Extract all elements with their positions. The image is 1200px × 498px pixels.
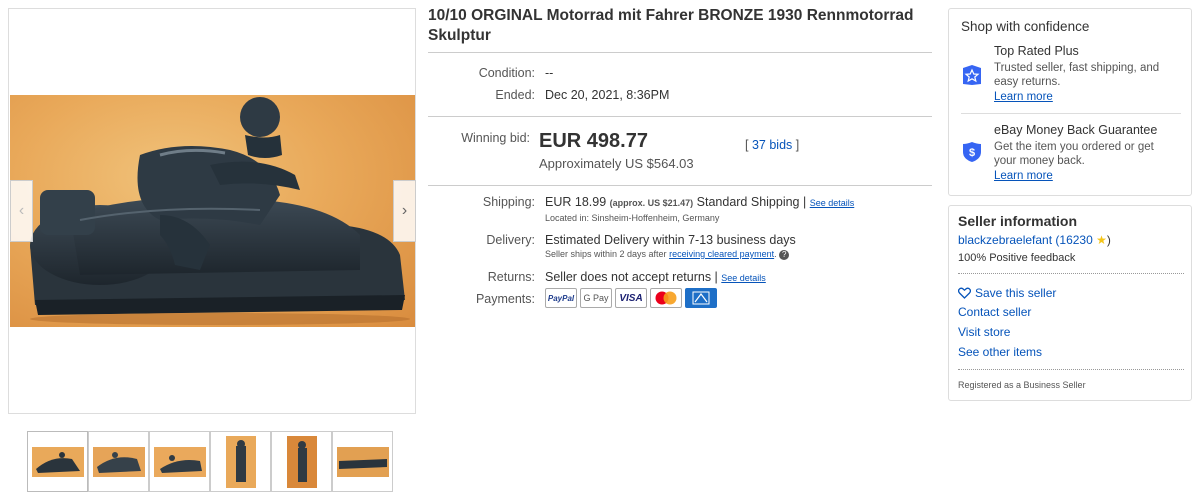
thumbnail-2[interactable] [88,431,149,492]
winning-bid-price: EUR 498.77 [539,130,648,152]
listing-title: 10/10 ORGINAL Motorrad mit Fahrer BRONZE… [428,7,914,44]
money-back-text: Get the item you ordered or get your mon… [994,141,1154,167]
shipping-approx: (approx. US $21.47) [609,198,694,208]
chevron-right-icon: › [401,202,408,219]
delivery-label: Delivery: [486,233,535,247]
motorcycle-sculpture-image [30,97,410,325]
returns-info: Seller does not accept returns | See det… [545,270,766,284]
returns-label: Returns: [487,270,535,284]
thumbnail-image [225,435,256,488]
thumbnail-image [336,446,389,477]
thumbnail-6[interactable] [332,431,393,492]
bid-count: [ 37 bids ] [745,138,799,152]
thumbnail-image [31,446,84,477]
star-icon: ★ [1096,233,1107,247]
shipping-details-link[interactable]: See details [810,198,855,208]
money-back-learn-more-link[interactable]: Learn more [994,170,1053,182]
condition-value: -- [545,66,554,80]
bids-link[interactable]: 37 bids [752,138,792,152]
seller-identity: blackzebraelefant (16230 ★) [958,233,1111,247]
divider [428,116,932,117]
shipping-info: EUR 18.99 (approx. US $21.47) Standard S… [545,195,854,209]
divider [428,52,932,53]
feedback-score-link[interactable]: (16230 [1055,233,1092,247]
visa-icon: VISA [615,288,647,308]
item-location: Located in: Sinsheim-Hoffenheim, Germany [545,213,720,223]
top-rated-text: Trusted seller, fast shipping, and easy … [994,62,1160,88]
winning-bid-label: Winning bid: [461,131,530,145]
business-seller-note: Registered as a Business Seller [958,380,1086,390]
previous-image-button[interactable]: ‹ [10,180,33,242]
money-back-title: eBay Money Back Guarantee [994,123,1158,137]
paypal-icon: PayPal [545,288,577,308]
delivery-note: Seller ships within 2 days after receivi… [545,249,790,260]
condition-label: Condition: [478,66,535,80]
thumbnail-4[interactable] [210,431,271,492]
top-rated-title: Top Rated Plus [994,44,1079,58]
contact-seller-link[interactable]: Contact seller [958,305,1031,319]
approx-price: Approximately US $564.03 [539,156,694,171]
divider [958,273,1184,274]
top-rated-star-icon [963,65,981,85]
payment-methods: PayPal G Pay VISA [545,288,717,308]
seller-heading: Seller information [958,213,1078,229]
save-seller-link[interactable]: Save this seller [958,286,1056,300]
money-back-shield-icon: $ [963,142,981,162]
thumbnail-image [286,435,317,488]
thumbnail-5[interactable] [271,431,332,492]
thumbnail-3[interactable] [149,431,210,492]
image-gallery: ‹ › [8,8,416,414]
seller-information-box: Seller information blackzebraelefant (16… [948,205,1192,401]
chevron-left-icon: ‹ [18,202,25,219]
delivery-note-end: . [774,249,777,259]
returns-value: Seller does not accept returns | [545,270,718,284]
info-icon[interactable]: ? [779,249,790,260]
ended-value: Dec 20, 2021, 8:36PM [545,88,670,102]
cleared-payment-link[interactable]: receiving cleared payment [669,249,774,259]
delivery-estimate: Estimated Delivery within 7-13 business … [545,233,796,247]
seller-name-link[interactable]: blackzebraelefant [958,233,1052,247]
heart-icon [958,287,971,299]
main-product-image[interactable] [10,95,415,327]
payments-label: Payments: [475,292,535,306]
mastercard-icon [650,288,682,308]
divider [961,113,1181,114]
next-image-button[interactable]: › [393,180,416,242]
amex-icon [685,288,717,308]
positive-feedback: 100% Positive feedback [958,252,1076,264]
save-seller-label: Save this seller [975,286,1057,300]
shop-with-confidence-box: Shop with confidence Top Rated Plus Trus… [948,8,1192,196]
divider [958,369,1184,370]
bracket-open: [ [745,138,749,152]
ended-label: Ended: [495,88,535,102]
google-pay-icon: G Pay [580,288,612,308]
thumbnail-1[interactable] [27,431,88,492]
score-close: ) [1106,233,1111,247]
returns-details-link[interactable]: See details [721,273,766,283]
see-other-items-link[interactable]: See other items [958,345,1042,359]
delivery-note-text: Seller ships within 2 days after [545,249,667,259]
thumbnail-strip [27,431,393,492]
thumbnail-image [92,446,145,477]
thumbnail-image [153,446,206,477]
divider [428,185,932,186]
shipping-price: EUR 18.99 [545,195,607,209]
shipping-label: Shipping: [482,195,535,209]
bracket-close: ] [795,138,800,152]
svg-text:$: $ [969,147,975,159]
confidence-heading: Shop with confidence [961,19,1090,34]
shipping-service: Standard Shipping | [696,195,807,209]
visit-store-link[interactable]: Visit store [958,325,1010,339]
top-rated-learn-more-link[interactable]: Learn more [994,91,1053,103]
